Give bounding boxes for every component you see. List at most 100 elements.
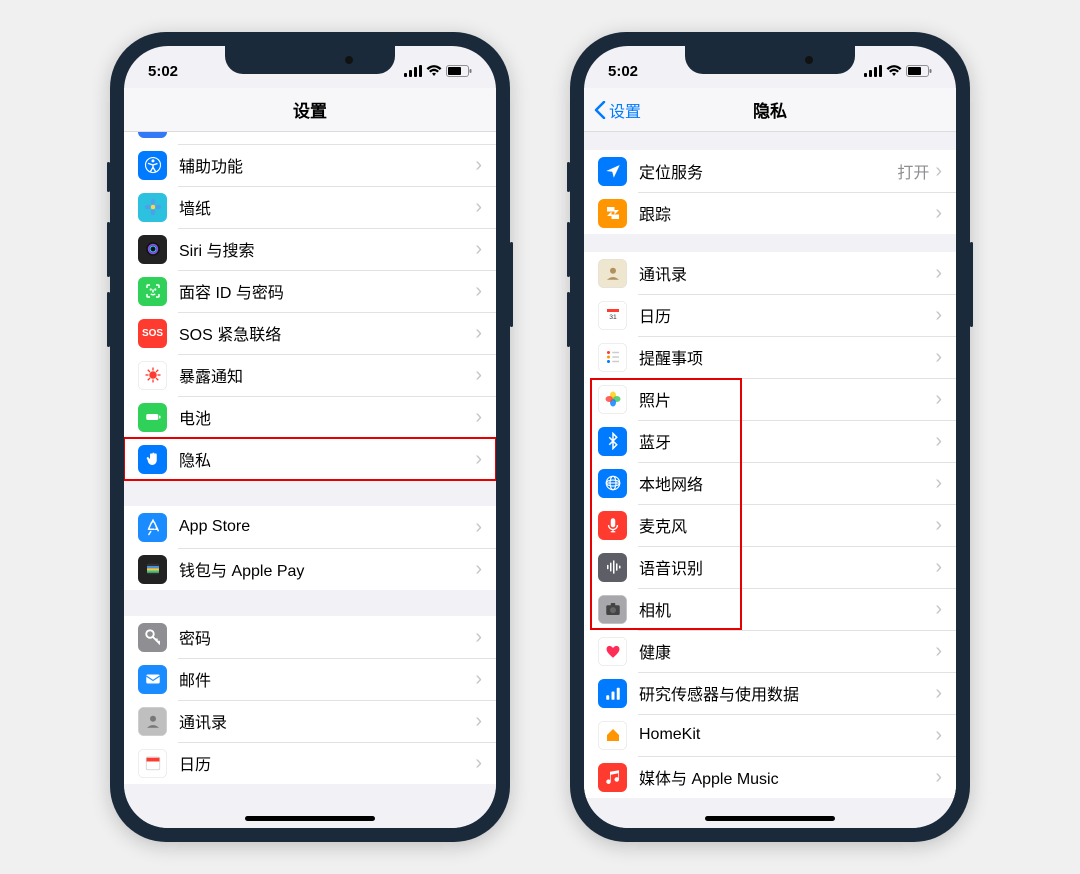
list-item[interactable]: 健康› (584, 630, 956, 672)
bluetooth-icon (598, 427, 627, 456)
hand-icon (138, 445, 167, 474)
siri-icon (138, 235, 167, 264)
list-item[interactable]: 钱包与 Apple Pay› (124, 548, 496, 590)
list-item[interactable]: 定位服务打开› (584, 150, 956, 192)
wallet-icon (138, 555, 167, 584)
list-item[interactable]: HomeKit› (584, 714, 956, 756)
list-item[interactable]: App Store› (124, 506, 496, 548)
list-item-label: 通讯录 (179, 709, 475, 733)
list-item-label: 隐私 (179, 447, 475, 471)
svg-text:31: 31 (609, 314, 617, 321)
list-item-label: 媒体与 Apple Music (639, 765, 935, 789)
chevron-right-icon: › (935, 599, 942, 619)
status-indicators (864, 65, 932, 77)
list-item-label: 辅助功能 (179, 153, 475, 177)
chevron-right-icon: › (935, 431, 942, 451)
mail-icon (138, 665, 167, 694)
status-time: 5:02 (148, 63, 178, 80)
contact2-icon (598, 259, 627, 288)
list-item[interactable]: 辅助功能› (124, 144, 496, 186)
list-item-label: 日历 (179, 751, 475, 775)
list-item-label: 日历 (639, 303, 935, 327)
list-item[interactable]: 麦克风› (584, 504, 956, 546)
chevron-right-icon: › (935, 389, 942, 409)
list-item[interactable]: 通讯录› (584, 252, 956, 294)
list-item[interactable]: Siri 与搜索› (124, 228, 496, 270)
list-item[interactable]: 通讯录› (124, 700, 496, 742)
chevron-right-icon: › (935, 557, 942, 577)
list-item[interactable]: 隐私› (124, 438, 496, 480)
photos-icon (598, 385, 627, 414)
list-item[interactable]: 墙纸› (124, 186, 496, 228)
speech-icon (598, 553, 627, 582)
settings-group: App Store›钱包与 Apple Pay› (124, 506, 496, 590)
list-item-label: 健康 (639, 639, 935, 663)
chevron-right-icon: › (475, 517, 482, 537)
list-item[interactable]: 面容 ID 与密码› (124, 270, 496, 312)
list-item[interactable]: 主屏幕› (124, 132, 496, 144)
phone-left-frame: 5:02 设置 主屏幕›辅助功能›墙纸›Siri 与搜索›面容 ID 与密码›S… (110, 32, 510, 842)
chevron-right-icon: › (475, 323, 482, 343)
list-item-label: 麦克风 (639, 513, 935, 537)
key-icon (138, 623, 167, 652)
battery-icon (446, 65, 472, 77)
nav-title: 隐私 (753, 97, 787, 122)
phone-left-screen: 5:02 设置 主屏幕›辅助功能›墙纸›Siri 与搜索›面容 ID 与密码›S… (124, 46, 496, 828)
list-item[interactable]: 31日历› (584, 294, 956, 336)
chevron-right-icon: › (935, 473, 942, 493)
list-item[interactable]: 提醒事项› (584, 336, 956, 378)
list-item[interactable]: 照片› (584, 378, 956, 420)
list-item[interactable]: SOS SOS 紧急联络› (124, 312, 496, 354)
wifi-icon (886, 65, 902, 77)
sos-icon: SOS (138, 319, 167, 348)
chevron-right-icon: › (935, 767, 942, 787)
home-indicator[interactable] (245, 816, 375, 821)
camera-icon (598, 595, 627, 624)
list-item-label: 通讯录 (639, 261, 935, 285)
list-item[interactable]: 邮件› (124, 658, 496, 700)
chevron-right-icon: › (475, 281, 482, 301)
list-item-label: Siri 与搜索 (179, 237, 475, 261)
list-item[interactable]: 蓝牙› (584, 420, 956, 462)
list-item[interactable]: 日历› (124, 742, 496, 784)
list-item-label: 提醒事项 (639, 345, 935, 369)
list-item[interactable]: 电池› (124, 396, 496, 438)
list-item[interactable]: 媒体与 Apple Music› (584, 756, 956, 798)
chevron-right-icon: › (475, 132, 482, 133)
privacy-list[interactable]: 定位服务打开›跟踪›通讯录›31日历›提醒事项›照片›蓝牙›本地网络›麦克风›语… (584, 132, 956, 828)
list-item[interactable]: 本地网络› (584, 462, 956, 504)
accessibility-icon (138, 151, 167, 180)
health-icon (598, 637, 627, 666)
list-item-label: SOS 紧急联络 (179, 321, 475, 345)
back-button[interactable]: 设置 (594, 98, 641, 122)
list-item[interactable]: 相机› (584, 588, 956, 630)
chevron-right-icon: › (935, 347, 942, 367)
chevron-right-icon: › (935, 161, 942, 181)
list-item[interactable]: 研究传感器与使用数据› (584, 672, 956, 714)
list-item-label: 研究传感器与使用数据 (639, 681, 935, 705)
list-item-label: HomeKit (639, 726, 935, 744)
calendar2-icon: 31 (598, 301, 627, 330)
list-item-label: 语音识别 (639, 555, 935, 579)
list-item-label: App Store (179, 518, 475, 536)
list-item[interactable]: 密码› (124, 616, 496, 658)
settings-group: 通讯录›31日历›提醒事项›照片›蓝牙›本地网络›麦克风›语音识别›相机›健康›… (584, 252, 956, 798)
home-indicator[interactable] (705, 816, 835, 821)
settings-group: 定位服务打开›跟踪› (584, 150, 956, 234)
chevron-right-icon: › (475, 753, 482, 773)
wifi-icon (426, 65, 442, 77)
chevron-right-icon: › (475, 155, 482, 175)
location-icon (598, 157, 627, 186)
reminders-icon (598, 343, 627, 372)
settings-list[interactable]: 主屏幕›辅助功能›墙纸›Siri 与搜索›面容 ID 与密码›SOSSOS 紧急… (124, 132, 496, 828)
flower-icon (138, 193, 167, 222)
list-item-label: 相机 (639, 597, 935, 621)
list-item[interactable]: 跟踪› (584, 192, 956, 234)
chevron-right-icon: › (935, 263, 942, 283)
mic-icon (598, 511, 627, 540)
list-item[interactable]: 暴露通知› (124, 354, 496, 396)
list-item-label: 跟踪 (639, 201, 935, 225)
chevron-right-icon: › (475, 627, 482, 647)
battery-icon (138, 403, 167, 432)
list-item[interactable]: 语音识别› (584, 546, 956, 588)
